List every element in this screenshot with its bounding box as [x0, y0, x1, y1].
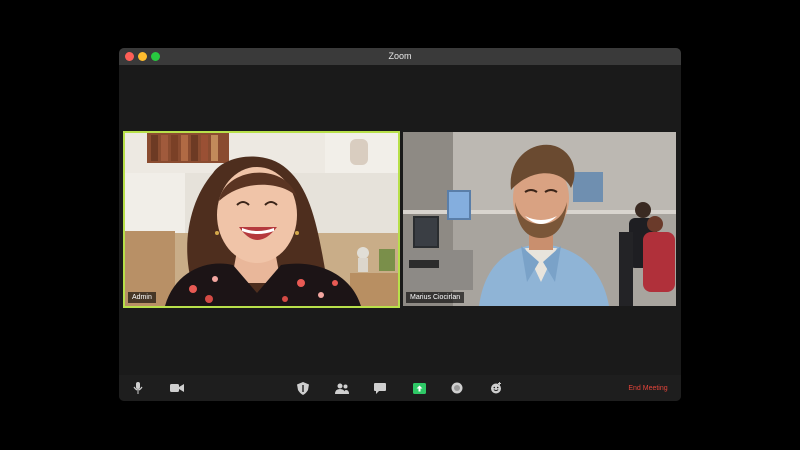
video-tile-marius-ciocirlan[interactable]: Marius Ciocirlan [403, 132, 676, 306]
microphone-icon [133, 382, 143, 394]
record-icon [451, 382, 463, 394]
reactions-icon [491, 382, 501, 394]
participant-video-marius-ciocirlan [403, 132, 676, 306]
end-meeting-button[interactable]: End Meeting [619, 383, 677, 395]
security-shield-icon [297, 381, 309, 395]
security-button[interactable] [293, 379, 313, 397]
window-title: Zoom [388, 51, 412, 61]
record-button[interactable] [447, 379, 467, 397]
chat-icon [374, 382, 386, 394]
mute-button[interactable] [128, 379, 148, 397]
participants-icon [335, 383, 349, 394]
participants-button[interactable] [332, 379, 352, 397]
participant-video-admin [125, 133, 398, 306]
participant-name-label: Marius Ciocirlan [406, 292, 465, 303]
video-camera-icon [170, 384, 184, 392]
stop-video-button[interactable] [167, 379, 187, 397]
zoom-window: Zoom Admin Marius Ciocirlan End Meeting [119, 48, 681, 401]
title-bar: Zoom [119, 48, 681, 65]
meeting-toolbar: End Meeting [119, 375, 681, 401]
participant-name-label: Admin [128, 292, 156, 303]
video-tile-admin[interactable]: Admin [123, 131, 400, 308]
share-screen-button[interactable] [409, 379, 429, 397]
reactions-button[interactable] [486, 379, 506, 397]
share-screen-icon [412, 382, 426, 394]
chat-button[interactable] [370, 379, 390, 397]
